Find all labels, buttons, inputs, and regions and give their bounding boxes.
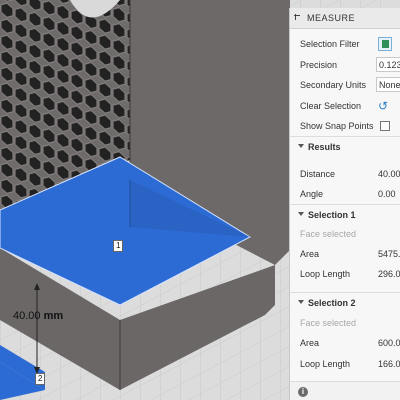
selection2-area-value: 600.0	[378, 338, 400, 348]
precision-row: Precision 0.123	[290, 55, 400, 75]
clear-selection-icon[interactable]: ↺	[378, 99, 388, 113]
clear-selection-label: Clear Selection	[300, 101, 362, 111]
selection2-area-label: Area	[300, 338, 320, 348]
distance-label: Distance	[300, 169, 336, 179]
measure-panel: MEASURE Selection Filter Precision 0.123…	[289, 8, 400, 400]
selection2-loop-row: Loop Length 166.0	[290, 354, 400, 374]
selection1-title: Selection 1	[308, 210, 356, 220]
clear-selection-row: Clear Selection ↺	[290, 96, 400, 116]
selection1-subtitle-row: Face selected	[290, 224, 400, 244]
selection-marker-1: 1	[113, 240, 124, 252]
distance-value: 40.00	[378, 169, 400, 179]
selection2-subtitle-row: Face selected	[290, 313, 400, 333]
selection1-loop-row: Loop Length 296.0	[290, 264, 400, 284]
selection-marker-2: 2	[35, 373, 46, 385]
snap-points-label: Show Snap Points	[300, 121, 374, 131]
results-section-header[interactable]: Results	[290, 136, 400, 157]
angle-label: Angle	[300, 189, 324, 199]
snap-points-row: Show Snap Points	[290, 116, 400, 136]
distance-row: Distance 40.00	[290, 164, 400, 184]
selection-filter-label: Selection Filter	[300, 39, 360, 49]
expand-triangle-icon	[298, 212, 304, 216]
selection1-section-header[interactable]: Selection 1	[290, 204, 400, 225]
selection1-area-row: Area 5475.	[290, 244, 400, 264]
selection2-subtitle: Face selected	[300, 318, 357, 328]
collapse-icon[interactable]	[294, 14, 302, 22]
selection1-loop-value: 296.0	[378, 269, 400, 279]
expand-triangle-icon	[298, 144, 304, 148]
info-icon[interactable]: i	[298, 387, 308, 397]
panel-header[interactable]: MEASURE	[290, 8, 400, 29]
secondary-units-dropdown[interactable]: None	[376, 77, 400, 92]
selection1-area-value: 5475.	[378, 249, 400, 259]
selection1-loop-label: Loop Length	[300, 269, 351, 279]
expand-triangle-icon	[298, 300, 304, 304]
angle-value: 0.00	[378, 189, 396, 199]
dimension-label: 40.00 mm	[13, 310, 63, 322]
selection-filter-row: Selection Filter	[290, 34, 400, 54]
snap-points-checkbox[interactable]	[380, 121, 390, 131]
selection-filter-icon[interactable]	[378, 37, 392, 51]
dimension-value: 40.00	[13, 310, 41, 322]
panel-title: MEASURE	[307, 13, 356, 23]
selection2-loop-value: 166.0	[378, 359, 400, 369]
precision-dropdown[interactable]: 0.123	[376, 57, 400, 72]
angle-row: Angle 0.00	[290, 184, 400, 204]
secondary-units-label: Secondary Units	[300, 80, 367, 90]
selection2-area-row: Area 600.0	[290, 333, 400, 353]
dimension-unit: mm	[43, 310, 64, 322]
selection2-loop-label: Loop Length	[300, 359, 351, 369]
results-title: Results	[308, 142, 341, 152]
selection2-title: Selection 2	[308, 298, 356, 308]
selection2-section-header[interactable]: Selection 2	[290, 292, 400, 313]
selection1-subtitle: Face selected	[300, 229, 357, 239]
precision-label: Precision	[300, 60, 338, 70]
selection1-area-label: Area	[300, 249, 320, 259]
secondary-units-row: Secondary Units None	[290, 75, 400, 95]
